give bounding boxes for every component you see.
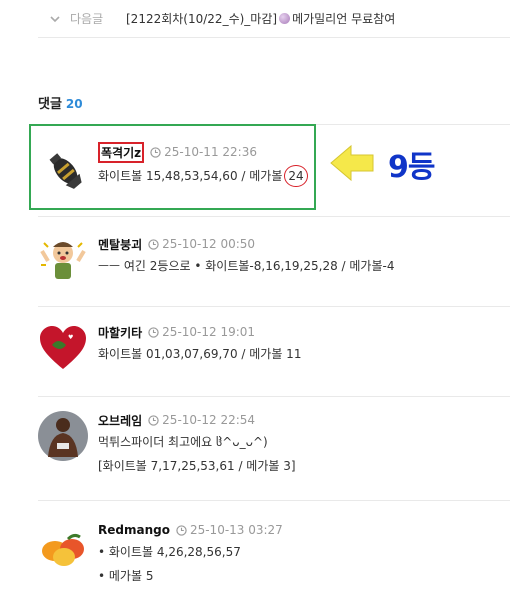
comments-count: 20 xyxy=(65,97,83,111)
comment-text-line2: [화이트볼 7,17,25,53,61 / 메가볼 3] xyxy=(98,459,296,473)
comment-author[interactable]: Redmango xyxy=(98,523,170,537)
svg-text:♥: ♥ xyxy=(68,334,73,341)
comment-time: 25-10-12 19:01 xyxy=(162,325,256,339)
clock-icon xyxy=(176,524,187,536)
comment-author[interactable]: 마할키타 xyxy=(98,324,142,341)
next-post-title[interactable]: [2122회차(10/22_수)_마감] 메가밀리언 무료참여 xyxy=(126,10,395,27)
comment-text: 화이트볼 01,03,07,69,70 / 메가볼 11 xyxy=(98,347,302,361)
clock-icon xyxy=(148,326,159,338)
mental-breakdown-avatar[interactable] xyxy=(38,235,88,285)
comment-item: 멘탈붕괴 25-10-12 00:50 ㅡㅡ 여긴 2등으로 • 화이트볼-8,… xyxy=(38,216,510,306)
arrow-left-icon xyxy=(330,144,374,182)
comment-text: • 화이트볼 4,26,28,56,57 xyxy=(98,545,241,559)
comments-header: 댓글 20 xyxy=(38,93,83,112)
comment-text: ㅡㅡ 여긴 2등으로 • 화이트볼-8,16,19,25,28 / 메가볼-4 xyxy=(98,259,395,273)
highlight-box xyxy=(29,124,316,210)
comment-time: 25-10-12 22:54 xyxy=(162,413,256,427)
rank-note: 9등 xyxy=(388,150,435,185)
mango-avatar[interactable] xyxy=(38,523,88,573)
chevron-down-icon xyxy=(50,15,60,22)
comment-item: Redmango 25-10-13 03:27 • 화이트볼 4,26,28,5… xyxy=(38,500,510,607)
comment-author[interactable]: 오브레임 xyxy=(98,412,142,429)
fighter-photo-avatar[interactable] xyxy=(38,411,88,461)
comment-time: 25-10-12 00:50 xyxy=(162,237,256,251)
next-post-label: 다음글 xyxy=(70,12,104,26)
comment-item: 오브레임 25-10-12 22:54 먹튀스파이더 최고에요 ჱ̒^ᴗ_ᴗ^)… xyxy=(38,396,510,500)
comment-text: 먹튀스파이더 최고에요 ჱ̒^ᴗ_ᴗ^) xyxy=(98,435,268,449)
heart-avatar[interactable]: ♥ xyxy=(38,323,88,373)
lottery-ball-icon xyxy=(279,13,291,24)
clock-icon xyxy=(148,414,159,426)
next-post-row[interactable]: 다음글 [2122회차(10/22_수)_마감] 메가밀리언 무료참여 xyxy=(38,0,510,38)
clock-icon xyxy=(148,238,159,250)
comment-author[interactable]: 멘탈붕괴 xyxy=(98,236,142,253)
comment-item: ♥ 마할키타 25-10-12 19:01 화이트볼 01,03,07,69,7… xyxy=(38,306,510,396)
comment-text-line2: • 메가볼 5 xyxy=(98,569,154,583)
comment-time: 25-10-13 03:27 xyxy=(189,523,283,537)
comments-title: 댓글 xyxy=(38,97,62,112)
